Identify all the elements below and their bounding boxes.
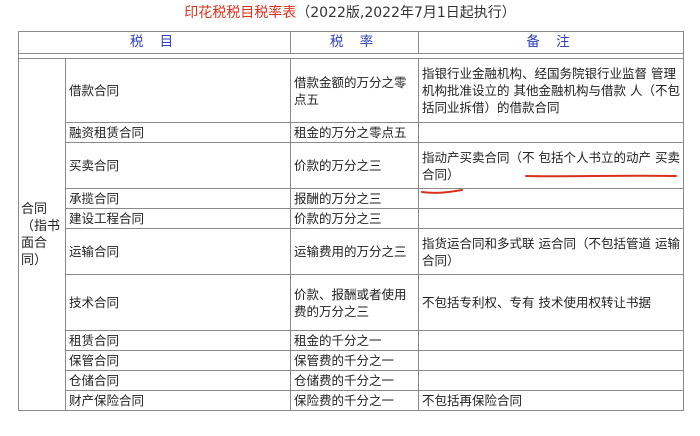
table-row: 运输合同 运输费用的万分之三 指货运合同和多式联 运合同（不包括管道 运输合同） (19, 228, 684, 275)
row-note: 指货运合同和多式联 运合同（不包括管道 运输合同） (418, 228, 684, 275)
row-rate: 价款、报酬或者使用费的万分之三 (290, 274, 419, 331)
row-rate: 租金的千分之一 (290, 330, 419, 351)
table-row: 财产保险合同 保险费的千分之一 不包括再保险合同 (19, 390, 684, 411)
header-note: 备 注 (418, 31, 684, 54)
row-rate: 借款金额的万分之零点五 (290, 58, 419, 123)
row-item: 财产保险合同 (65, 390, 291, 411)
row-note: 不包括专利权、专有 技术使用权转让书据 (418, 274, 684, 331)
header-item: 税 目 (18, 31, 291, 54)
row-item: 租赁合同 (65, 330, 291, 351)
row-item: 融资租赁合同 (65, 122, 291, 143)
table-row: 租赁合同 租金的千分之一 (19, 330, 684, 351)
table-row: 合同（指书面合同） 借款合同 借款金额的万分之零点五 指银行业金融机构、经国务院… (18, 58, 684, 411)
row-note (418, 208, 684, 229)
row-note (418, 122, 684, 143)
row-note (418, 370, 684, 391)
table-row: 买卖合同 价款的万分之三 指动产买卖合同（不 包括个人书立的动产 买卖合同） (19, 142, 684, 189)
row-item: 买卖合同 (65, 142, 291, 189)
row-item: 仓储合同 (65, 370, 291, 391)
row-rate: 报酬的万分之三 (290, 188, 419, 209)
row-rate: 保险费的千分之一 (290, 390, 419, 411)
row-note: 指动产买卖合同（不 包括个人书立的动产 买卖合同） (418, 142, 684, 189)
row-note (418, 188, 684, 209)
table-row: 融资租赁合同 租金的万分之零点五 (19, 122, 684, 143)
table-row: 承揽合同 报酬的万分之三 (19, 188, 684, 209)
row-rate: 价款的万分之三 (290, 142, 419, 189)
row-item: 建设工程合同 (65, 208, 291, 229)
row-item: 借款合同 (65, 58, 291, 123)
row-rate: 保管费的千分之一 (290, 350, 419, 371)
row-note: 指银行业金融机构、经国务院银行业监督 管理机构批准设立的 其他金融机构与借款 人… (418, 58, 684, 123)
row-item: 保管合同 (65, 350, 291, 371)
row-rate: 价款的万分之三 (290, 208, 419, 229)
table-row: 建设工程合同 价款的万分之三 (19, 208, 684, 229)
page-title: 印花税税目税率表（2022版,2022年7月1日起执行） (0, 0, 700, 26)
table-row: 仓储合同 仓储费的千分之一 (19, 370, 684, 391)
row-rate: 运输费用的万分之三 (290, 228, 419, 275)
tax-rate-table: 税 目 税 率 备 注 合同（指书面合同） 借款合同 借款金额的万分之零点五 指… (18, 31, 684, 411)
row-note (418, 350, 684, 371)
table-row: 技术合同 价款、报酬或者使用费的万分之三 不包括专利权、专有 技术使用权转让书据 (19, 274, 684, 331)
row-rate: 租金的万分之零点五 (290, 122, 419, 143)
category-cell: 合同（指书面合同） (18, 58, 66, 411)
row-item: 运输合同 (65, 228, 291, 275)
row-item: 技术合同 (65, 274, 291, 331)
table-row: 保管合同 保管费的千分之一 (19, 350, 684, 371)
table-header-row: 税 目 税 率 备 注 (18, 31, 684, 54)
row-note (418, 330, 684, 351)
row-note: 不包括再保险合同 (418, 390, 684, 411)
title-edition: （2022版,2022年7月1日起执行） (296, 5, 516, 21)
row-rate: 仓储费的千分之一 (290, 370, 419, 391)
title-main: 印花税税目税率表 (184, 5, 297, 21)
row-item: 承揽合同 (65, 188, 291, 209)
header-rate: 税 率 (290, 31, 419, 54)
